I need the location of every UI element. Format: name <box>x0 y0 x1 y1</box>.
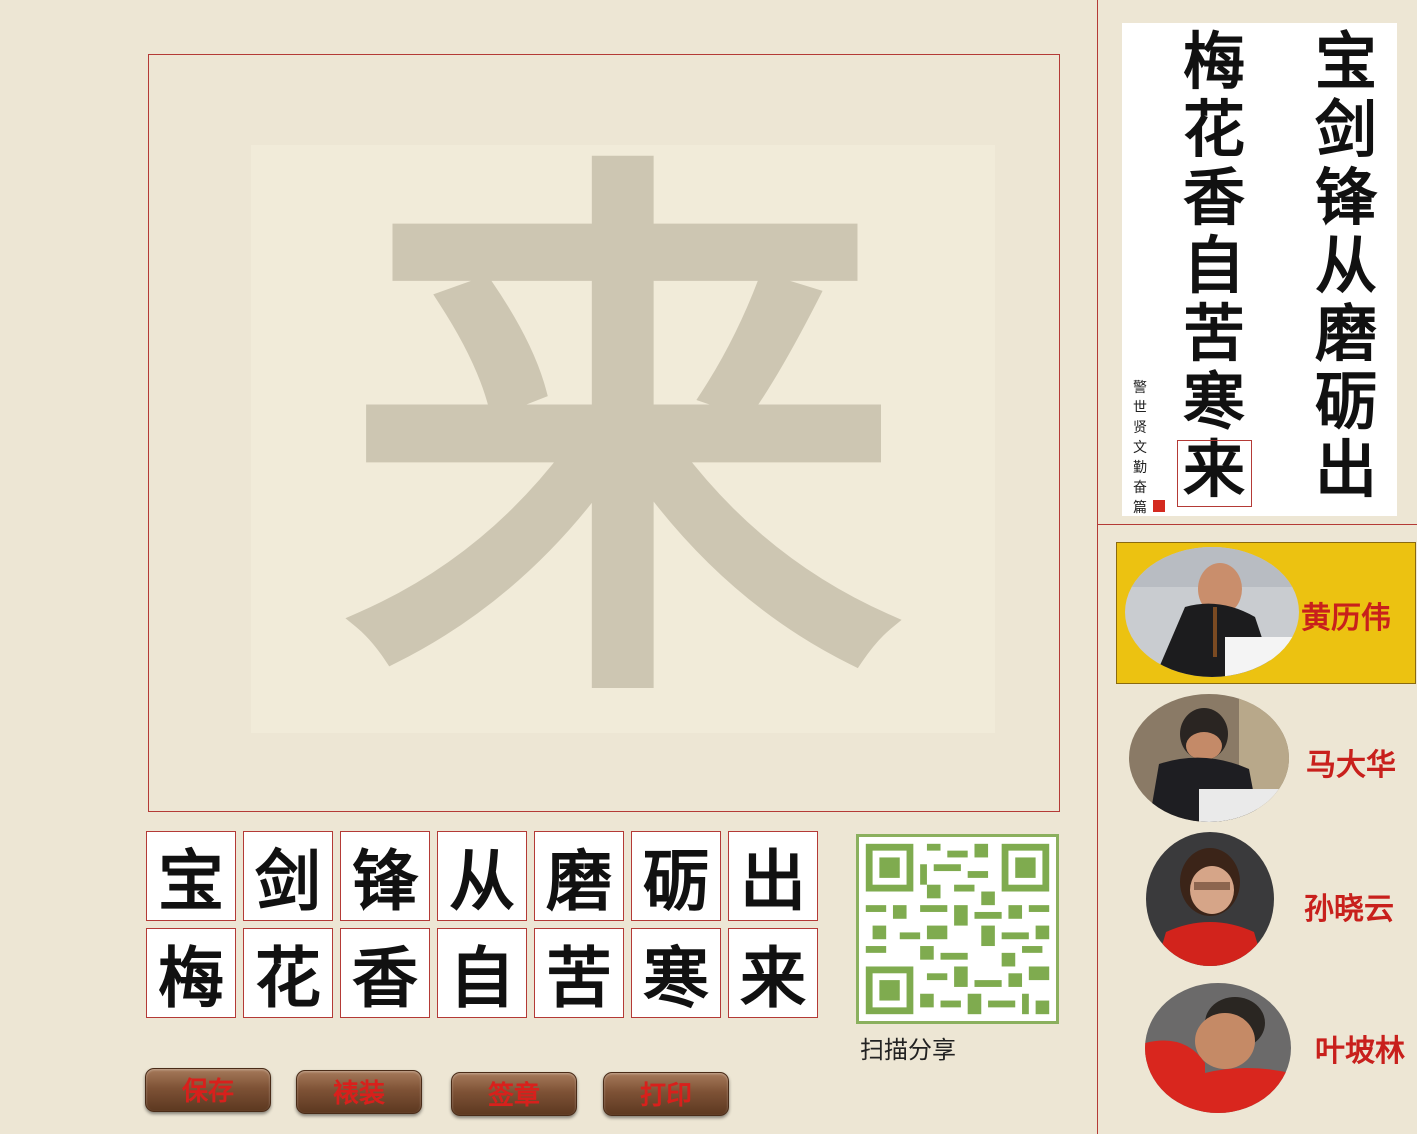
print-button[interactable]: 打印 <box>603 1072 729 1116</box>
scroll-char: 自 <box>1182 229 1245 302</box>
char-cell-1-3[interactable]: 锋 <box>340 831 430 921</box>
inscription-char: 文 <box>1133 440 1147 456</box>
char-cell-1-1[interactable]: 宝 <box>146 831 236 921</box>
share-qr-code <box>856 834 1059 1024</box>
char-cell-2-3[interactable]: 香 <box>340 928 430 1018</box>
artist-card-3[interactable]: 孙晓云 <box>1116 828 1416 970</box>
scroll-char: 砺 <box>1314 365 1377 438</box>
scroll-char: 锋 <box>1314 161 1377 234</box>
sidebar-divider <box>1097 0 1098 1134</box>
scroll-char: 从 <box>1314 229 1377 302</box>
scroll-right-column: 宝 剑 锋 从 磨 砺 出 <box>1310 28 1382 504</box>
char-cell-2-7[interactable]: 来 <box>728 928 818 1018</box>
scroll-char: 香 <box>1182 161 1245 234</box>
char-cell-1-6[interactable]: 砺 <box>631 831 721 921</box>
artist-name: 叶坡林 <box>1315 1034 1405 1069</box>
inscription-char: 勤 <box>1133 460 1147 476</box>
artist-card-4[interactable]: 叶坡林 <box>1116 980 1416 1122</box>
preview-character: 来 <box>343 110 903 768</box>
artist-card-1[interactable]: 黄历伟 <box>1116 542 1416 684</box>
artist-card-2[interactable]: 马大华 <box>1116 690 1416 832</box>
scroll-inscription: 警 世 贤 文 勤 奋 篇 <box>1131 378 1149 518</box>
save-button[interactable]: 保存 <box>145 1068 271 1112</box>
scroll-char: 花 <box>1182 93 1245 166</box>
char-cell-2-6[interactable]: 寒 <box>631 928 721 1018</box>
calligraphy-canvas: 来 <box>148 54 1060 812</box>
seal-button[interactable]: 签章 <box>451 1072 577 1116</box>
char-cell-1-7[interactable]: 出 <box>728 831 818 921</box>
scroll-char: 剑 <box>1314 93 1377 166</box>
inscription-char: 世 <box>1133 400 1147 416</box>
seal-stamp-icon <box>1153 500 1165 512</box>
scroll-char: 苦 <box>1182 297 1245 370</box>
scroll-char: 梅 <box>1182 25 1245 98</box>
scroll-char: 宝 <box>1314 25 1377 98</box>
inscription-char: 警 <box>1133 380 1147 396</box>
inscription-char: 贤 <box>1133 420 1147 436</box>
scroll-char: 寒 <box>1182 365 1245 438</box>
char-cell-1-2[interactable]: 剑 <box>243 831 333 921</box>
char-cell-2-2[interactable]: 花 <box>243 928 333 1018</box>
qr-code-icon <box>859 837 1056 1021</box>
qr-caption: 扫描分享 <box>860 1036 956 1064</box>
char-cell-1-4[interactable]: 从 <box>437 831 527 921</box>
artist-name: 黄历伟 <box>1301 601 1391 636</box>
artist-name: 孙晓云 <box>1304 892 1394 927</box>
scroll-current-char-highlight <box>1177 440 1252 507</box>
char-cell-2-5[interactable]: 苦 <box>534 928 624 1018</box>
char-cell-2-4[interactable]: 自 <box>437 928 527 1018</box>
artist-photo <box>1129 694 1289 822</box>
char-cell-1-5[interactable]: 磨 <box>534 831 624 921</box>
inscription-char: 篇 <box>1133 500 1147 516</box>
scroll-char: 磨 <box>1314 297 1377 370</box>
mount-button[interactable]: 裱装 <box>296 1070 422 1114</box>
inscription-char: 奋 <box>1133 480 1147 496</box>
artist-photo <box>1145 983 1291 1113</box>
char-cell-2-1[interactable]: 梅 <box>146 928 236 1018</box>
scroll-left-column: 梅 花 香 自 苦 寒 来 <box>1178 28 1250 504</box>
scroll-char: 出 <box>1314 433 1377 506</box>
artist-name: 马大华 <box>1306 748 1396 783</box>
sidebar-section-divider <box>1098 524 1417 525</box>
artist-photo <box>1146 832 1274 966</box>
artist-photo <box>1125 547 1299 677</box>
character-preview-area: 来 <box>251 145 995 733</box>
